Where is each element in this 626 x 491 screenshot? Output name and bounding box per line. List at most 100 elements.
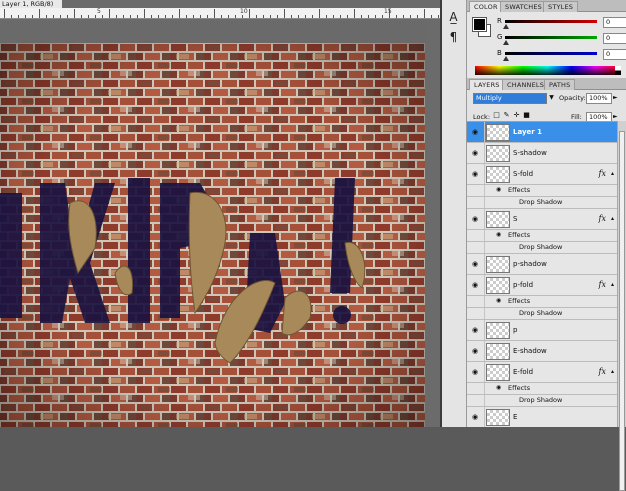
type-tool-icon[interactable]: A̲ bbox=[446, 10, 461, 25]
layer-name[interactable]: E bbox=[513, 413, 517, 421]
layer-name[interactable]: S-fold bbox=[513, 170, 533, 178]
green-slider-thumb[interactable] bbox=[503, 40, 509, 45]
lock-position-icon[interactable]: ✛ bbox=[513, 112, 520, 119]
eye-icon[interactable]: ◉ bbox=[496, 231, 504, 239]
lock-all-icon[interactable]: ■ bbox=[523, 112, 530, 119]
layer-row[interactable]: ◉ Layer 1 bbox=[467, 122, 618, 143]
scrollbar-thumb[interactable] bbox=[619, 131, 625, 491]
tab-color[interactable]: COLOR bbox=[469, 1, 503, 12]
expand-effects-icon[interactable]: ▴ bbox=[611, 215, 614, 222]
effects-row[interactable]: ◉ Effects bbox=[467, 185, 618, 197]
layer-thumbnail[interactable] bbox=[486, 211, 510, 228]
layer-name[interactable]: p bbox=[513, 326, 517, 334]
effects-row[interactable]: ◉ Effects bbox=[467, 230, 618, 242]
tab-paths[interactable]: PATHS bbox=[544, 79, 576, 90]
red-slider-thumb[interactable] bbox=[503, 24, 509, 29]
green-slider[interactable] bbox=[505, 36, 597, 39]
layer-list-scrollbar[interactable] bbox=[617, 121, 626, 491]
color-spectrum-bar[interactable] bbox=[475, 66, 621, 75]
effect-row[interactable]: Drop Shadow bbox=[467, 197, 618, 209]
visibility-toggle[interactable]: ◉ bbox=[467, 122, 485, 142]
eye-icon[interactable]: ◉ bbox=[496, 186, 504, 194]
fx-icon[interactable]: fx bbox=[599, 214, 606, 223]
eye-icon[interactable]: ◉ bbox=[472, 260, 480, 268]
eye-icon[interactable]: ◉ bbox=[472, 281, 480, 289]
layer-row[interactable]: ◉ p-shadow bbox=[467, 254, 618, 275]
visibility-toggle[interactable] bbox=[467, 230, 485, 241]
expand-effects-icon[interactable]: ▴ bbox=[611, 170, 614, 177]
blue-slider-thumb[interactable] bbox=[503, 56, 509, 61]
layer-name[interactable]: Layer 1 bbox=[513, 128, 542, 136]
paragraph-icon[interactable]: ¶ bbox=[446, 30, 461, 45]
eye-icon[interactable]: ◉ bbox=[496, 384, 504, 392]
blend-mode-select[interactable]: Multiply bbox=[473, 93, 547, 104]
layer-thumbnail[interactable] bbox=[486, 124, 510, 141]
green-value-field[interactable]: 0 bbox=[603, 33, 626, 44]
layer-thumbnail[interactable] bbox=[486, 343, 510, 360]
red-slider[interactable] bbox=[505, 20, 597, 23]
black-white-swatch[interactable] bbox=[615, 66, 621, 75]
lock-transparent-pixels-icon[interactable]: □ bbox=[493, 112, 500, 119]
visibility-toggle[interactable] bbox=[467, 395, 485, 406]
visibility-toggle[interactable]: ◉ bbox=[467, 143, 485, 163]
layer-row[interactable]: ◉ p-fold fx ▴ bbox=[467, 275, 618, 296]
layer-name[interactable]: p-shadow bbox=[513, 260, 547, 268]
layer-name[interactable]: E-shadow bbox=[513, 347, 547, 355]
visibility-toggle[interactable] bbox=[467, 296, 485, 307]
effect-row[interactable]: Drop Shadow bbox=[467, 308, 618, 320]
eye-icon[interactable]: ◉ bbox=[472, 326, 480, 334]
fx-icon[interactable]: fx bbox=[599, 280, 606, 289]
eye-icon[interactable]: ◉ bbox=[472, 413, 480, 421]
layer-row[interactable]: ◉ E-shadow bbox=[467, 341, 618, 362]
expand-effects-icon[interactable]: ▴ bbox=[611, 368, 614, 375]
layer-row[interactable]: ◉ S-fold fx ▴ bbox=[467, 164, 618, 185]
visibility-toggle[interactable] bbox=[467, 383, 485, 394]
effect-row[interactable]: Drop Shadow bbox=[467, 395, 618, 407]
layer-row[interactable]: ◉ E-fold fx ▴ bbox=[467, 362, 618, 383]
eye-icon[interactable]: ◉ bbox=[472, 149, 480, 157]
layer-thumbnail[interactable] bbox=[486, 364, 510, 381]
effect-row[interactable]: Drop Shadow bbox=[467, 242, 618, 254]
visibility-toggle[interactable]: ◉ bbox=[467, 407, 485, 427]
visibility-toggle[interactable]: ◉ bbox=[467, 209, 485, 229]
layer-thumbnail[interactable] bbox=[486, 277, 510, 294]
fx-icon[interactable]: fx bbox=[599, 367, 606, 376]
chevron-down-icon[interactable]: ▼ bbox=[547, 93, 556, 102]
visibility-toggle[interactable]: ◉ bbox=[467, 341, 485, 361]
tab-swatches[interactable]: SWATCHES bbox=[500, 1, 547, 12]
tab-layers[interactable]: LAYERS bbox=[469, 79, 505, 90]
visibility-toggle[interactable] bbox=[467, 197, 485, 208]
layer-thumbnail[interactable] bbox=[486, 145, 510, 162]
eye-icon[interactable]: ◉ bbox=[472, 215, 480, 223]
opacity-field[interactable]: 100% bbox=[586, 93, 612, 104]
opacity-slider-arrow-icon[interactable]: ► bbox=[613, 94, 618, 101]
eye-icon[interactable]: ◉ bbox=[472, 368, 480, 376]
visibility-toggle[interactable]: ◉ bbox=[467, 320, 485, 340]
expand-effects-icon[interactable]: ▴ bbox=[611, 281, 614, 288]
layer-row[interactable]: ◉ Sfx ▴ bbox=[467, 209, 618, 230]
visibility-toggle[interactable] bbox=[467, 242, 485, 253]
visibility-toggle[interactable]: ◉ bbox=[467, 164, 485, 184]
foreground-color-swatch[interactable] bbox=[472, 17, 487, 32]
layer-row[interactable]: ◉ p bbox=[467, 320, 618, 341]
lock-image-pixels-icon[interactable]: ✎ bbox=[503, 112, 510, 119]
fill-slider-arrow-icon[interactable]: ► bbox=[613, 113, 618, 120]
effects-row[interactable]: ◉ Effects bbox=[467, 296, 618, 308]
layer-row[interactable]: ◉ S-shadow bbox=[467, 143, 618, 164]
layer-name[interactable]: E-fold bbox=[513, 368, 533, 376]
effects-row[interactable]: ◉ Effects bbox=[467, 383, 618, 395]
layer-thumbnail[interactable] bbox=[486, 409, 510, 426]
eye-icon[interactable]: ◉ bbox=[496, 297, 504, 305]
layer-thumbnail[interactable] bbox=[486, 166, 510, 183]
fx-icon[interactable]: fx bbox=[599, 169, 606, 178]
layer-row[interactable]: ◉ E bbox=[467, 407, 618, 427]
visibility-toggle[interactable]: ◉ bbox=[467, 275, 485, 295]
image-canvas[interactable] bbox=[0, 43, 425, 427]
layer-thumbnail[interactable] bbox=[486, 256, 510, 273]
layer-name[interactable]: p-fold bbox=[513, 281, 533, 289]
visibility-toggle[interactable]: ◉ bbox=[467, 254, 485, 274]
eye-icon[interactable]: ◉ bbox=[472, 347, 480, 355]
layer-name[interactable]: S bbox=[513, 215, 517, 223]
eye-icon[interactable]: ◉ bbox=[472, 170, 480, 178]
blue-value-field[interactable]: 0 bbox=[603, 49, 626, 60]
